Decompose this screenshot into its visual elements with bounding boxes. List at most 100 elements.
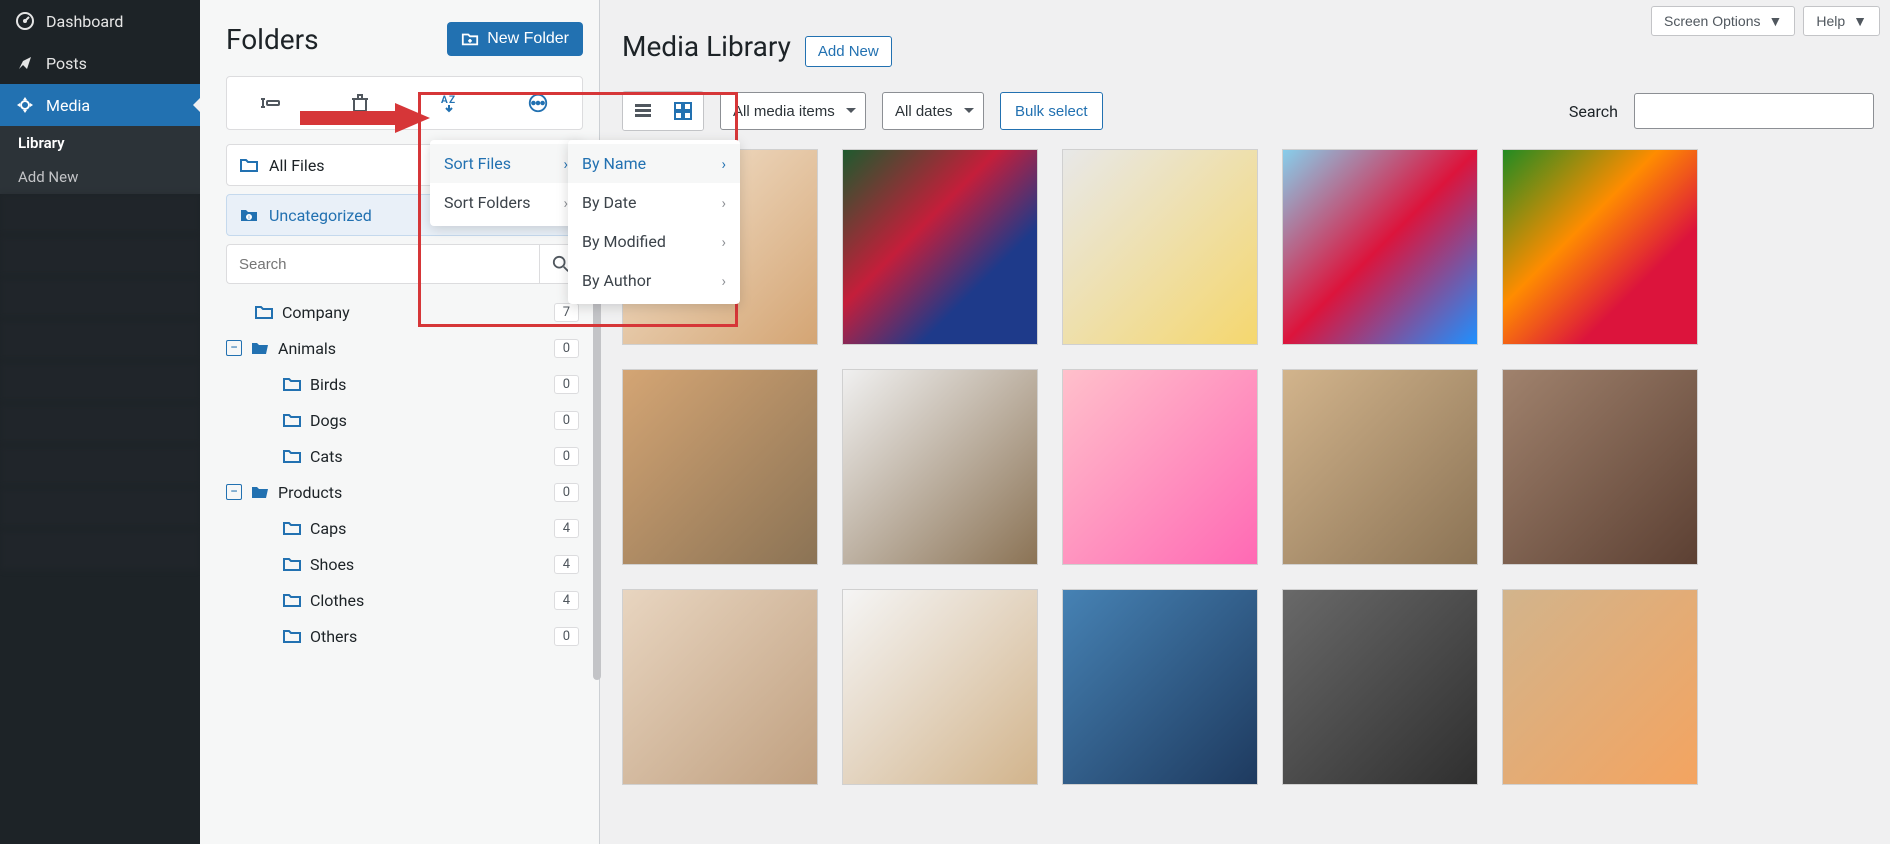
bulk-select-button[interactable]: Bulk select bbox=[1000, 92, 1103, 130]
media-item[interactable] bbox=[842, 369, 1038, 565]
screen-options-bar: Screen Options ▼ Help ▼ bbox=[1651, 6, 1880, 36]
chevron-right-icon: › bbox=[721, 155, 726, 173]
media-item[interactable] bbox=[1282, 369, 1478, 565]
folder-icon bbox=[282, 554, 302, 574]
media-search-input[interactable] bbox=[1634, 93, 1874, 129]
tree-count: 4 bbox=[554, 519, 579, 538]
media-item[interactable] bbox=[1062, 589, 1258, 785]
uncategorized-label: Uncategorized bbox=[269, 206, 372, 225]
sort-icon[interactable]: AZ bbox=[437, 91, 461, 115]
sort-by-date[interactable]: By Date › bbox=[568, 183, 740, 222]
sort-by-author[interactable]: By Author › bbox=[568, 261, 740, 300]
search-label: Search bbox=[1569, 102, 1618, 121]
tree-count: 0 bbox=[554, 375, 579, 394]
blurred-menu-item bbox=[0, 530, 200, 570]
page-title: Media Library bbox=[622, 30, 791, 63]
grid-view-button[interactable] bbox=[663, 92, 703, 130]
sort-folders-item[interactable]: Sort Folders › bbox=[430, 183, 582, 222]
tree-item-cats[interactable]: Cats 0 bbox=[226, 438, 583, 474]
media-submenu: Library Add New bbox=[0, 126, 200, 194]
sort-submenu: By Name › By Date › By Modified › By Aut… bbox=[568, 140, 740, 304]
screen-options-label: Screen Options bbox=[1664, 13, 1761, 29]
more-icon[interactable] bbox=[526, 91, 550, 115]
menu-dashboard[interactable]: Dashboard bbox=[0, 0, 200, 42]
chevron-right-icon: › bbox=[721, 233, 726, 251]
collapse-icon[interactable]: − bbox=[226, 484, 242, 500]
new-folder-label: New Folder bbox=[487, 30, 569, 48]
media-item[interactable] bbox=[1502, 149, 1698, 345]
sort-popup: Sort Files › Sort Folders › bbox=[430, 140, 582, 226]
tree-item-products[interactable]: − Products 0 bbox=[226, 474, 583, 510]
blurred-menu-item bbox=[0, 488, 200, 528]
tree-item-birds[interactable]: Birds 0 bbox=[226, 366, 583, 402]
media-item[interactable] bbox=[1282, 589, 1478, 785]
folder-icon bbox=[254, 302, 274, 322]
pushpin-icon bbox=[14, 52, 36, 74]
folder-icon bbox=[239, 155, 259, 175]
tree-count: 4 bbox=[554, 591, 579, 610]
media-item[interactable] bbox=[622, 589, 818, 785]
tree-item-caps[interactable]: Caps 4 bbox=[226, 510, 583, 546]
blurred-menu-item bbox=[0, 278, 200, 318]
rename-icon[interactable] bbox=[259, 91, 283, 115]
media-item[interactable] bbox=[842, 149, 1038, 345]
tree-item-company[interactable]: Company 7 bbox=[226, 294, 583, 330]
media-item[interactable] bbox=[1502, 589, 1698, 785]
tree-count: 0 bbox=[554, 339, 579, 358]
media-library-main: Screen Options ▼ Help ▼ Media Library Ad… bbox=[600, 0, 1890, 844]
media-item[interactable] bbox=[622, 369, 818, 565]
media-item[interactable] bbox=[1062, 149, 1258, 345]
folder-tree: Company 7 − Animals 0 Birds 0 Dogs 0 bbox=[226, 294, 583, 654]
menu-media[interactable]: Media bbox=[0, 84, 200, 126]
media-item[interactable] bbox=[842, 589, 1038, 785]
folder-icon bbox=[282, 446, 302, 466]
tree-item-shoes[interactable]: Shoes 4 bbox=[226, 546, 583, 582]
view-toggle bbox=[622, 91, 704, 131]
folder-search-input[interactable] bbox=[226, 244, 539, 284]
svg-text:i: i bbox=[248, 215, 249, 221]
folders-panel: Folders New Folder AZ bbox=[200, 0, 600, 844]
blurred-menu-item bbox=[0, 236, 200, 276]
sort-by-modified-label: By Modified bbox=[582, 232, 666, 251]
tree-label: Caps bbox=[310, 519, 554, 538]
help-button[interactable]: Help ▼ bbox=[1803, 6, 1880, 36]
sort-by-name[interactable]: By Name › bbox=[568, 144, 740, 183]
menu-media-label: Media bbox=[46, 96, 90, 115]
media-item[interactable] bbox=[1062, 369, 1258, 565]
sort-by-author-label: By Author bbox=[582, 271, 651, 290]
folder-plus-icon bbox=[461, 30, 479, 48]
add-new-button[interactable]: Add New bbox=[805, 36, 892, 67]
submenu-library[interactable]: Library bbox=[0, 126, 200, 160]
sort-files-item[interactable]: Sort Files › bbox=[430, 144, 582, 183]
media-item[interactable] bbox=[1502, 369, 1698, 565]
sort-by-modified[interactable]: By Modified › bbox=[568, 222, 740, 261]
new-folder-button[interactable]: New Folder bbox=[447, 22, 583, 56]
submenu-add-new[interactable]: Add New bbox=[0, 160, 200, 194]
screen-options-button[interactable]: Screen Options ▼ bbox=[1651, 6, 1795, 36]
media-icon bbox=[14, 94, 36, 116]
menu-posts[interactable]: Posts bbox=[0, 42, 200, 84]
tree-item-others[interactable]: Others 0 bbox=[226, 618, 583, 654]
collapse-icon[interactable]: − bbox=[226, 340, 242, 356]
delete-icon[interactable] bbox=[348, 91, 372, 115]
tree-count: 0 bbox=[554, 627, 579, 646]
tree-item-dogs[interactable]: Dogs 0 bbox=[226, 402, 583, 438]
media-grid bbox=[622, 149, 1874, 785]
all-files-label: All Files bbox=[269, 156, 325, 175]
tree-count: 0 bbox=[554, 483, 579, 502]
menu-posts-label: Posts bbox=[46, 54, 87, 73]
tree-item-clothes[interactable]: Clothes 4 bbox=[226, 582, 583, 618]
folder-open-icon bbox=[250, 338, 270, 358]
tree-label: Shoes bbox=[310, 555, 554, 574]
blurred-menu-item bbox=[0, 362, 200, 402]
help-label: Help bbox=[1816, 13, 1845, 29]
date-filter[interactable]: All dates bbox=[882, 92, 984, 130]
list-view-button[interactable] bbox=[623, 92, 663, 130]
tree-item-animals[interactable]: − Animals 0 bbox=[226, 330, 583, 366]
svg-text:A: A bbox=[441, 95, 448, 106]
tree-label: Clothes bbox=[310, 591, 554, 610]
media-item[interactable] bbox=[1282, 149, 1478, 345]
media-type-filter[interactable]: All media items bbox=[720, 92, 866, 130]
blurred-menu-item bbox=[0, 446, 200, 486]
folder-icon bbox=[282, 626, 302, 646]
